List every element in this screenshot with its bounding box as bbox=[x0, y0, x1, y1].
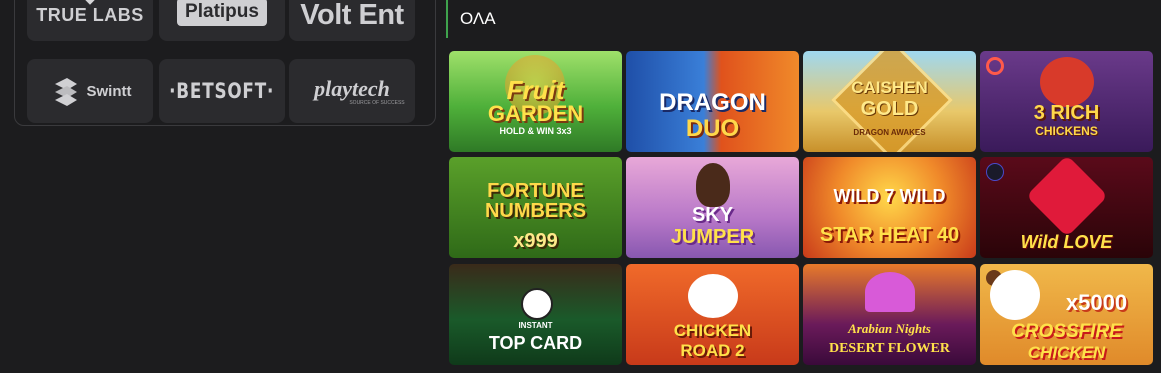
search-input[interactable]: ΟΛΑ bbox=[460, 9, 496, 29]
chicken-icon bbox=[990, 270, 1040, 320]
game-title: WILD 7 WILD bbox=[833, 186, 946, 206]
game-title: x5000 bbox=[1065, 290, 1128, 315]
heart-icon bbox=[1025, 157, 1109, 238]
provider-true-labs[interactable]: TRUE LABS bbox=[27, 0, 153, 41]
game-subtitle: CHICKENS bbox=[1035, 124, 1098, 138]
game-tile-crossfire-chicken[interactable]: x5000 CROSSFIRE CHICKEN bbox=[980, 264, 1153, 365]
game-subtitle: NUMBERS bbox=[484, 200, 587, 222]
provider-label: ·BETSOFT· bbox=[169, 79, 275, 103]
game-title: 3 RICH bbox=[1033, 102, 1100, 124]
game-tile-wild-love[interactable]: Wild LOVE bbox=[980, 157, 1153, 258]
provider-badge-icon bbox=[986, 163, 1004, 181]
game-title: Arabian Nights bbox=[848, 321, 931, 336]
flower-icon bbox=[865, 272, 915, 312]
game-title: SKY bbox=[691, 204, 734, 226]
game-tagline: HOLD & WIN 3x3 bbox=[499, 126, 572, 136]
game-tile-fortune-numbers[interactable]: FORTUNE NUMBERS x999 bbox=[449, 157, 622, 258]
provider-platipus[interactable]: Platipus bbox=[159, 0, 285, 41]
game-tile-sky-jumper[interactable]: SKY JUMPER bbox=[626, 157, 799, 258]
provider-label: Platipus bbox=[177, 0, 267, 26]
game-subtitle: STAR HEAT 40 bbox=[819, 224, 960, 246]
provider-label: Volt Ent bbox=[300, 0, 404, 31]
game-title: Fruit bbox=[506, 75, 565, 105]
game-tile-desert-flower[interactable]: Arabian Nights DESERT FLOWER bbox=[803, 264, 976, 365]
provider-swintt[interactable]: Swintt bbox=[27, 59, 153, 123]
game-tile-3-rich-chickens[interactable]: 3 RICH CHICKENS bbox=[980, 51, 1153, 152]
game-title: FORTUNE bbox=[487, 180, 584, 202]
game-subtitle: DESERT FLOWER bbox=[828, 341, 950, 356]
game-title: CHICKEN bbox=[673, 321, 752, 340]
game-subtitle: CROSSFIRE bbox=[1011, 321, 1122, 342]
swintt-logo-icon bbox=[54, 78, 77, 106]
game-subtitle: ROAD 2 bbox=[680, 341, 745, 360]
game-tagline: CHICKEN bbox=[1027, 343, 1106, 362]
chicken-icon bbox=[1040, 57, 1094, 107]
game-subtitle: GOLD bbox=[860, 98, 919, 120]
provider-tagline: SOURCE OF SUCCESS bbox=[349, 100, 405, 106]
game-tagline: DRAGON AWAKES bbox=[853, 128, 926, 137]
providers-panel: TRUE LABS Platipus Volt Ent Swintt ·BETS… bbox=[14, 0, 436, 126]
game-title: CAISHEN bbox=[851, 78, 928, 97]
game-tagline: x999 bbox=[513, 230, 558, 252]
provider-volt-ent[interactable]: Volt Ent bbox=[289, 0, 415, 41]
character-icon bbox=[696, 163, 730, 207]
game-tile-chicken-road-2[interactable]: CHICKEN ROAD 2 bbox=[626, 264, 799, 365]
game-subtitle: JUMPER bbox=[670, 226, 755, 248]
game-subtitle: GARDEN bbox=[487, 101, 584, 126]
game-subtitle: DUO bbox=[685, 115, 740, 142]
soccer-ball-icon bbox=[521, 288, 553, 320]
provider-playtech[interactable]: playtech SOURCE OF SUCCESS bbox=[289, 59, 415, 123]
game-tile-star-heat-40[interactable]: WILD 7 WILD STAR HEAT 40 bbox=[803, 157, 976, 258]
search-bar[interactable]: ΟΛΑ bbox=[446, 0, 1161, 38]
provider-label: Swintt bbox=[86, 82, 132, 100]
game-subtitle: TOP CARD bbox=[488, 333, 583, 353]
game-tile-caishen-gold[interactable]: CAISHEN GOLD DRAGON AWAKES bbox=[803, 51, 976, 152]
game-title: DRAGON bbox=[659, 89, 766, 116]
chicken-icon bbox=[688, 274, 738, 318]
provider-label: playtech bbox=[314, 76, 390, 101]
provider-betsoft[interactable]: ·BETSOFT· bbox=[159, 59, 285, 123]
provider-label: TRUE LABS bbox=[36, 4, 144, 25]
game-tile-fruit-garden[interactable]: Fruit GARDEN HOLD & WIN 3x3 bbox=[449, 51, 622, 152]
game-title: Wild LOVE bbox=[1020, 232, 1113, 252]
game-title: INSTANT bbox=[518, 321, 553, 330]
provider-badge-icon bbox=[986, 57, 1004, 75]
game-tile-dragon-duo[interactable]: DRAGON DUO bbox=[626, 51, 799, 152]
game-tile-top-card[interactable]: INSTANT TOP CARD bbox=[449, 264, 622, 365]
